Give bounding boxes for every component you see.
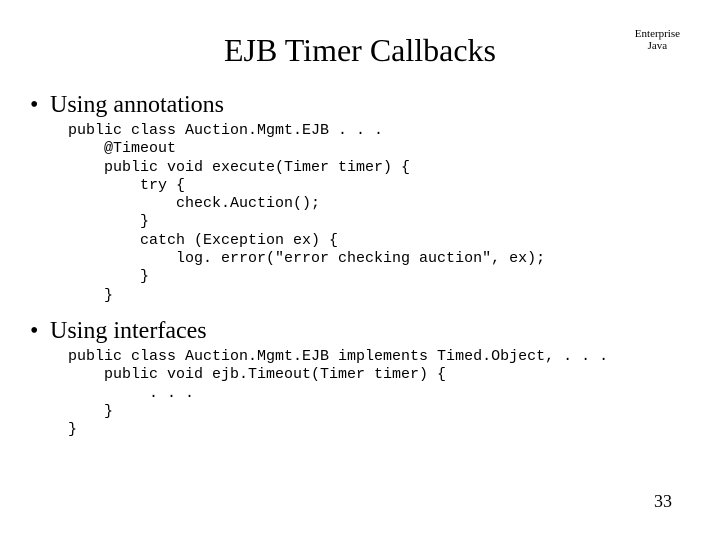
bullet-dot-icon: • bbox=[30, 92, 50, 119]
bullet-interfaces: •Using interfaces bbox=[30, 318, 207, 345]
bullet-dot-icon: • bbox=[30, 318, 50, 345]
code-block-interfaces: public class Auction.Mgmt.EJB implements… bbox=[68, 348, 608, 439]
slide: EJB Timer Callbacks Enterprise Java •Usi… bbox=[0, 0, 720, 540]
corner-line-1: Enterprise bbox=[635, 28, 680, 40]
corner-line-2: Java bbox=[635, 40, 680, 52]
page-number: 33 bbox=[654, 491, 672, 512]
corner-label: Enterprise Java bbox=[635, 28, 680, 52]
bullet-annotations: •Using annotations bbox=[30, 92, 224, 119]
slide-title: EJB Timer Callbacks bbox=[0, 32, 720, 69]
code-block-annotations: public class Auction.Mgmt.EJB . . . @Tim… bbox=[68, 122, 545, 305]
bullet-text: Using annotations bbox=[50, 92, 224, 118]
bullet-text: Using interfaces bbox=[50, 318, 207, 344]
